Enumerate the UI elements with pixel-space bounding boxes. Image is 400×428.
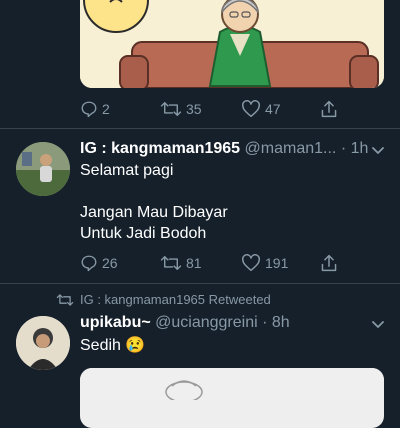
divider <box>0 283 400 284</box>
chevron-down-icon[interactable] <box>371 320 385 330</box>
share-icon <box>321 254 337 272</box>
like-icon <box>242 254 260 272</box>
tweet2-like-button[interactable]: 191 <box>241 254 288 272</box>
like-count: 47 <box>265 101 281 117</box>
divider <box>0 128 400 129</box>
retweet-context: IG : kangmaman1965 Retweeted <box>56 292 271 307</box>
tweet3-media[interactable] <box>80 368 384 428</box>
reply-icon <box>81 101 97 118</box>
handle[interactable]: @ucianggreini <box>155 314 258 331</box>
avatar[interactable] <box>16 316 70 370</box>
media-image <box>80 368 384 403</box>
display-name[interactable]: IG : kangmaman1965 <box>80 140 240 157</box>
cartoon-illustration <box>80 0 384 88</box>
chevron-down-icon[interactable] <box>371 146 385 156</box>
reply-count: 26 <box>102 255 118 271</box>
dot-separator: · <box>262 314 268 331</box>
retweet-icon <box>160 256 182 270</box>
handle[interactable]: @maman1... <box>245 140 337 157</box>
like-count: 191 <box>265 255 289 271</box>
tweet1-like-button[interactable]: 47 <box>241 100 281 118</box>
tweet2-share-button[interactable] <box>320 253 338 273</box>
reply-count: 2 <box>102 101 110 117</box>
like-icon <box>242 100 260 118</box>
avatar[interactable] <box>16 142 70 196</box>
tweet-line: Untuk Jadi Bodoh <box>80 225 207 242</box>
tweet-line: Selamat pagi <box>80 162 174 179</box>
tweet1-reply-button[interactable]: 2 <box>80 100 110 118</box>
dot-separator: · <box>340 140 347 157</box>
tweet-line: Jangan Mau Dibayar <box>80 204 228 221</box>
retweet-icon <box>160 102 182 116</box>
share-icon <box>321 100 337 118</box>
tweet1-share-button[interactable] <box>320 99 338 119</box>
timestamp[interactable]: 8h <box>272 314 290 331</box>
tweet1-retweet-button[interactable]: 35 <box>160 100 202 118</box>
tweet2-header: IG : kangmaman1965 @maman1... · 1h <box>80 140 368 158</box>
avatar-photo <box>16 142 70 196</box>
avatar-photo <box>16 316 70 370</box>
retweet-count: 81 <box>186 255 202 271</box>
reply-icon <box>81 255 97 272</box>
tweet2-retweet-button[interactable]: 81 <box>160 254 202 272</box>
retweeted-by-label[interactable]: IG : kangmaman1965 Retweeted <box>80 292 271 307</box>
tweet3-text: Sedih 😢 <box>80 337 146 354</box>
tweet1-media[interactable] <box>80 0 384 88</box>
tweet2-text: Selamat pagi Jangan Mau Dibayar Untuk Ja… <box>80 160 228 244</box>
tweet2-reply-button[interactable]: 26 <box>80 254 118 272</box>
display-name[interactable]: upikabu~ <box>80 314 151 331</box>
tweet3-header: upikabu~ @ucianggreini · 8h <box>80 314 290 332</box>
retweet-icon <box>56 293 74 306</box>
retweet-count: 35 <box>186 101 202 117</box>
timestamp[interactable]: 1h <box>351 140 369 157</box>
